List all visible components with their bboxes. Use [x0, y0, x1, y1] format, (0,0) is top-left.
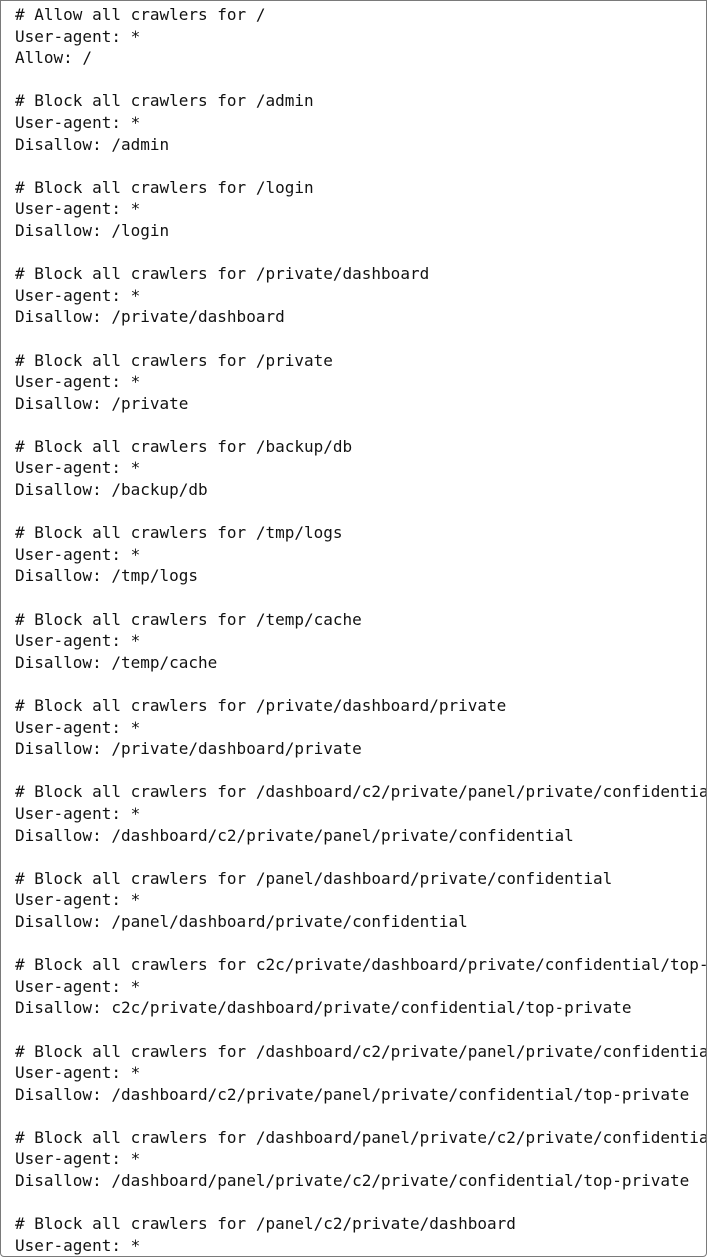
text-line[interactable]: User-agent: * — [15, 544, 706, 566]
text-line[interactable] — [15, 155, 706, 177]
text-line[interactable]: User-agent: * — [15, 630, 706, 652]
text-line[interactable]: User-agent: * — [15, 371, 706, 393]
text-line[interactable]: Disallow: /login — [15, 220, 706, 242]
text-line[interactable]: # Block all crawlers for /private/dashbo… — [15, 263, 706, 285]
text-line[interactable] — [15, 1192, 706, 1214]
text-line[interactable] — [15, 933, 706, 955]
text-editor-area[interactable]: # Allow all crawlers for / User-agent: * A… — [15, 4, 706, 1256]
text-line[interactable]: # Block all crawlers for /temp/cache — [15, 609, 706, 631]
text-line[interactable]: Disallow: /dashboard/c2/private/panel/pr… — [15, 1084, 706, 1106]
text-line[interactable]: # Block all crawlers for /backup/db — [15, 436, 706, 458]
text-line[interactable] — [15, 501, 706, 523]
text-line[interactable]: User-agent: * — [15, 26, 706, 48]
text-line[interactable] — [15, 1105, 706, 1127]
text-line[interactable]: User-agent: * — [15, 1235, 706, 1256]
text-line[interactable]: Disallow: /dashboard/panel/private/c2/pr… — [15, 1170, 706, 1192]
text-line[interactable]: # Block all crawlers for /private/dashbo… — [15, 695, 706, 717]
text-line[interactable] — [15, 587, 706, 609]
text-line[interactable] — [15, 673, 706, 695]
text-line[interactable]: User-agent: * — [15, 717, 706, 739]
text-line[interactable]: Disallow: /private/dashboard — [15, 306, 706, 328]
text-line[interactable]: # Block all crawlers for /dashboard/c2/p… — [15, 781, 706, 803]
text-line[interactable]: # Block all crawlers for /tmp/logs — [15, 522, 706, 544]
text-line[interactable] — [15, 328, 706, 350]
text-line[interactable]: User-agent: * — [15, 457, 706, 479]
text-line[interactable]: Disallow: /private — [15, 393, 706, 415]
text-line[interactable]: Allow: / — [15, 47, 706, 69]
text-line[interactable]: Disallow: /temp/cache — [15, 652, 706, 674]
text-line[interactable]: User-agent: * — [15, 285, 706, 307]
text-line[interactable]: Disallow: /admin — [15, 134, 706, 156]
text-line[interactable]: User-agent: * — [15, 803, 706, 825]
text-line[interactable] — [15, 242, 706, 264]
editor-window: # Allow all crawlers for / User-agent: * A… — [0, 0, 707, 1257]
text-line[interactable] — [15, 1019, 706, 1041]
text-line[interactable] — [15, 414, 706, 436]
text-line[interactable]: Disallow: c2c/private/dashboard/private/… — [15, 997, 706, 1019]
text-line[interactable]: User-agent: * — [15, 976, 706, 998]
text-line[interactable]: User-agent: * — [15, 1062, 706, 1084]
text-line[interactable]: Disallow: /tmp/logs — [15, 565, 706, 587]
text-line[interactable]: User-agent: * — [15, 198, 706, 220]
text-line[interactable]: # Block all crawlers for /dashboard/c2/p… — [15, 1041, 706, 1063]
text-line[interactable]: # Block all crawlers for /private — [15, 350, 706, 372]
text-line[interactable]: # Block all crawlers for /panel/dashboar… — [15, 868, 706, 890]
text-line[interactable]: # Allow all crawlers for / — [15, 4, 706, 26]
text-line[interactable]: Disallow: /private/dashboard/private — [15, 738, 706, 760]
text-line[interactable] — [15, 846, 706, 868]
text-line[interactable]: Disallow: /panel/dashboard/private/confi… — [15, 911, 706, 933]
text-line[interactable]: User-agent: * — [15, 112, 706, 134]
text-line[interactable]: # Block all crawlers for /panel/c2/priva… — [15, 1213, 706, 1235]
text-line[interactable]: Disallow: /dashboard/c2/private/panel/pr… — [15, 825, 706, 847]
text-line[interactable]: User-agent: * — [15, 1148, 706, 1170]
text-line[interactable]: # Block all crawlers for c2c/private/das… — [15, 954, 706, 976]
text-line[interactable]: # Block all crawlers for /admin — [15, 90, 706, 112]
text-line[interactable] — [15, 760, 706, 782]
text-line[interactable]: Disallow: /backup/db — [15, 479, 706, 501]
text-line[interactable] — [15, 69, 706, 91]
text-line[interactable]: # Block all crawlers for /dashboard/pane… — [15, 1127, 706, 1149]
text-line[interactable]: User-agent: * — [15, 889, 706, 911]
text-line[interactable]: # Block all crawlers for /login — [15, 177, 706, 199]
